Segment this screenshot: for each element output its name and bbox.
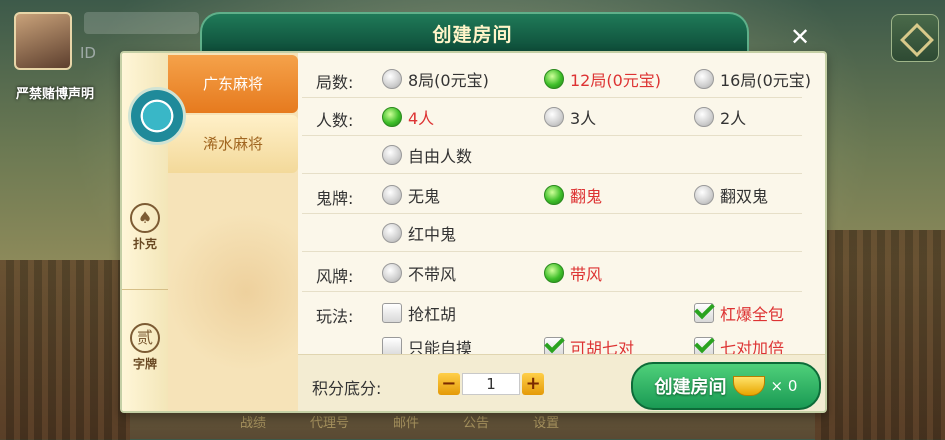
nav-agent[interactable]: 代理号 (310, 412, 349, 439)
gambling-notice[interactable]: 严禁赌博声明 (16, 83, 94, 102)
diamond-icon (900, 23, 934, 57)
wind-label: 风牌: (316, 267, 354, 286)
dialog-footer: 积分底分: − 1 + 创建房间 × 0 (298, 354, 825, 411)
radio-selected-icon (382, 107, 402, 127)
option-double-ghost[interactable]: 翻双鬼 (694, 183, 768, 207)
room-cost: × 0 (770, 377, 798, 395)
category-poker-label: 扑克 (132, 237, 157, 251)
row-ghost-extra: 红中鬼 (302, 213, 802, 252)
checkbox-checked-icon (694, 303, 714, 323)
category-zipai-label: 字牌 (132, 357, 157, 371)
row-rules: 玩法: 抢杠胡 杠爆全包 (302, 293, 802, 331)
rounds-label: 局数: (316, 73, 354, 92)
option-no-wind[interactable]: 不带风 (382, 261, 456, 285)
nav-mail[interactable]: 邮件 (393, 412, 419, 439)
radio-selected-icon (544, 263, 564, 283)
menu-button[interactable] (891, 14, 939, 62)
radio-icon (382, 185, 402, 205)
mahjong-logo-icon (128, 87, 186, 145)
radio-icon (694, 69, 714, 89)
category-zipai[interactable]: 贰 字牌 (122, 323, 168, 393)
option-3-players[interactable]: 3人 (544, 105, 596, 129)
radio-icon (382, 69, 402, 89)
create-room-button[interactable]: 创建房间 × 0 (631, 362, 821, 410)
option-kong-burst-all[interactable]: 杠爆全包 (694, 301, 784, 325)
option-free-players[interactable]: 自由人数 (382, 143, 472, 167)
peony-pattern (168, 173, 298, 411)
nav-settings[interactable]: 设置 (533, 412, 559, 439)
create-room-label: 创建房间 (654, 377, 727, 398)
dialog-title: 创建房间 (432, 24, 513, 46)
base-score-stepper: − 1 + (438, 373, 544, 395)
nav-record[interactable]: 战绩 (240, 412, 266, 439)
player-id-label: ID (80, 44, 96, 62)
radio-icon (382, 263, 402, 283)
option-rob-kong[interactable]: 抢杠胡 (382, 301, 456, 325)
option-8-rounds[interactable]: 8局(0元宝) (382, 67, 489, 91)
close-icon[interactable]: ✕ (785, 22, 815, 52)
row-wind: 风牌: 不带风 带风 (302, 253, 802, 292)
radio-icon (382, 145, 402, 165)
zipai-icon: 贰 (130, 323, 160, 353)
tab-xishui-mahjong[interactable]: 浠水麻将 (168, 115, 298, 173)
option-12-rounds[interactable]: 12局(0元宝) (544, 67, 661, 91)
spade-icon: ♠ (130, 203, 160, 233)
radio-selected-icon (544, 185, 564, 205)
row-players: 人数: 4人 3人 2人 (302, 97, 802, 136)
radio-icon (382, 223, 402, 243)
radio-icon (694, 107, 714, 127)
option-4-players[interactable]: 4人 (382, 105, 434, 129)
avatar[interactable] (14, 12, 72, 70)
background-railing-right (815, 230, 945, 440)
row-players-extra: 自由人数 (302, 135, 802, 174)
rule-options: 局数: 8局(0元宝) 12局(0元宝) 16局(0元宝) 人数: 4人 3人 … (302, 53, 825, 358)
row-ghost: 鬼牌: 无鬼 翻鬼 翻双鬼 (302, 175, 802, 214)
row-rounds: 局数: 8局(0元宝) 12局(0元宝) 16局(0元宝) (302, 59, 811, 98)
gold-ingot-icon (732, 376, 765, 396)
ghost-label: 鬼牌: (316, 189, 354, 208)
players-label: 人数: (316, 111, 354, 130)
option-with-wind[interactable]: 带风 (544, 261, 602, 285)
option-flip-ghost[interactable]: 翻鬼 (544, 183, 602, 207)
base-score-value[interactable]: 1 (461, 373, 521, 395)
base-score-label: 积分底分: (312, 379, 382, 398)
radio-icon (694, 185, 714, 205)
rules-label: 玩法: (316, 307, 354, 326)
create-room-panel: ♠ 扑克 贰 字牌 广东麻将 浠水麻将 局数: 8局(0元宝) 12局(0元宝)… (120, 51, 827, 413)
option-no-ghost[interactable]: 无鬼 (382, 183, 440, 207)
option-2-players[interactable]: 2人 (694, 105, 746, 129)
category-poker[interactable]: ♠ 扑克 (122, 203, 168, 273)
background-railing-left (0, 260, 130, 440)
player-name-blurred (84, 12, 199, 34)
category-divider (122, 289, 168, 290)
nav-announcement[interactable]: 公告 (463, 412, 489, 439)
checkbox-icon (382, 303, 402, 323)
tab-guangdong-mahjong[interactable]: 广东麻将 (168, 55, 298, 113)
option-16-rounds[interactable]: 16局(0元宝) (694, 67, 811, 91)
bottom-nav: 战绩 代理号 邮件 公告 设置 (240, 412, 760, 439)
option-red-dragon-ghost[interactable]: 红中鬼 (382, 221, 456, 245)
radio-selected-icon (544, 69, 564, 89)
game-tab-column: 广东麻将 浠水麻将 (168, 53, 298, 411)
decrement-button[interactable]: − (438, 373, 460, 395)
radio-icon (544, 107, 564, 127)
increment-button[interactable]: + (522, 373, 544, 395)
